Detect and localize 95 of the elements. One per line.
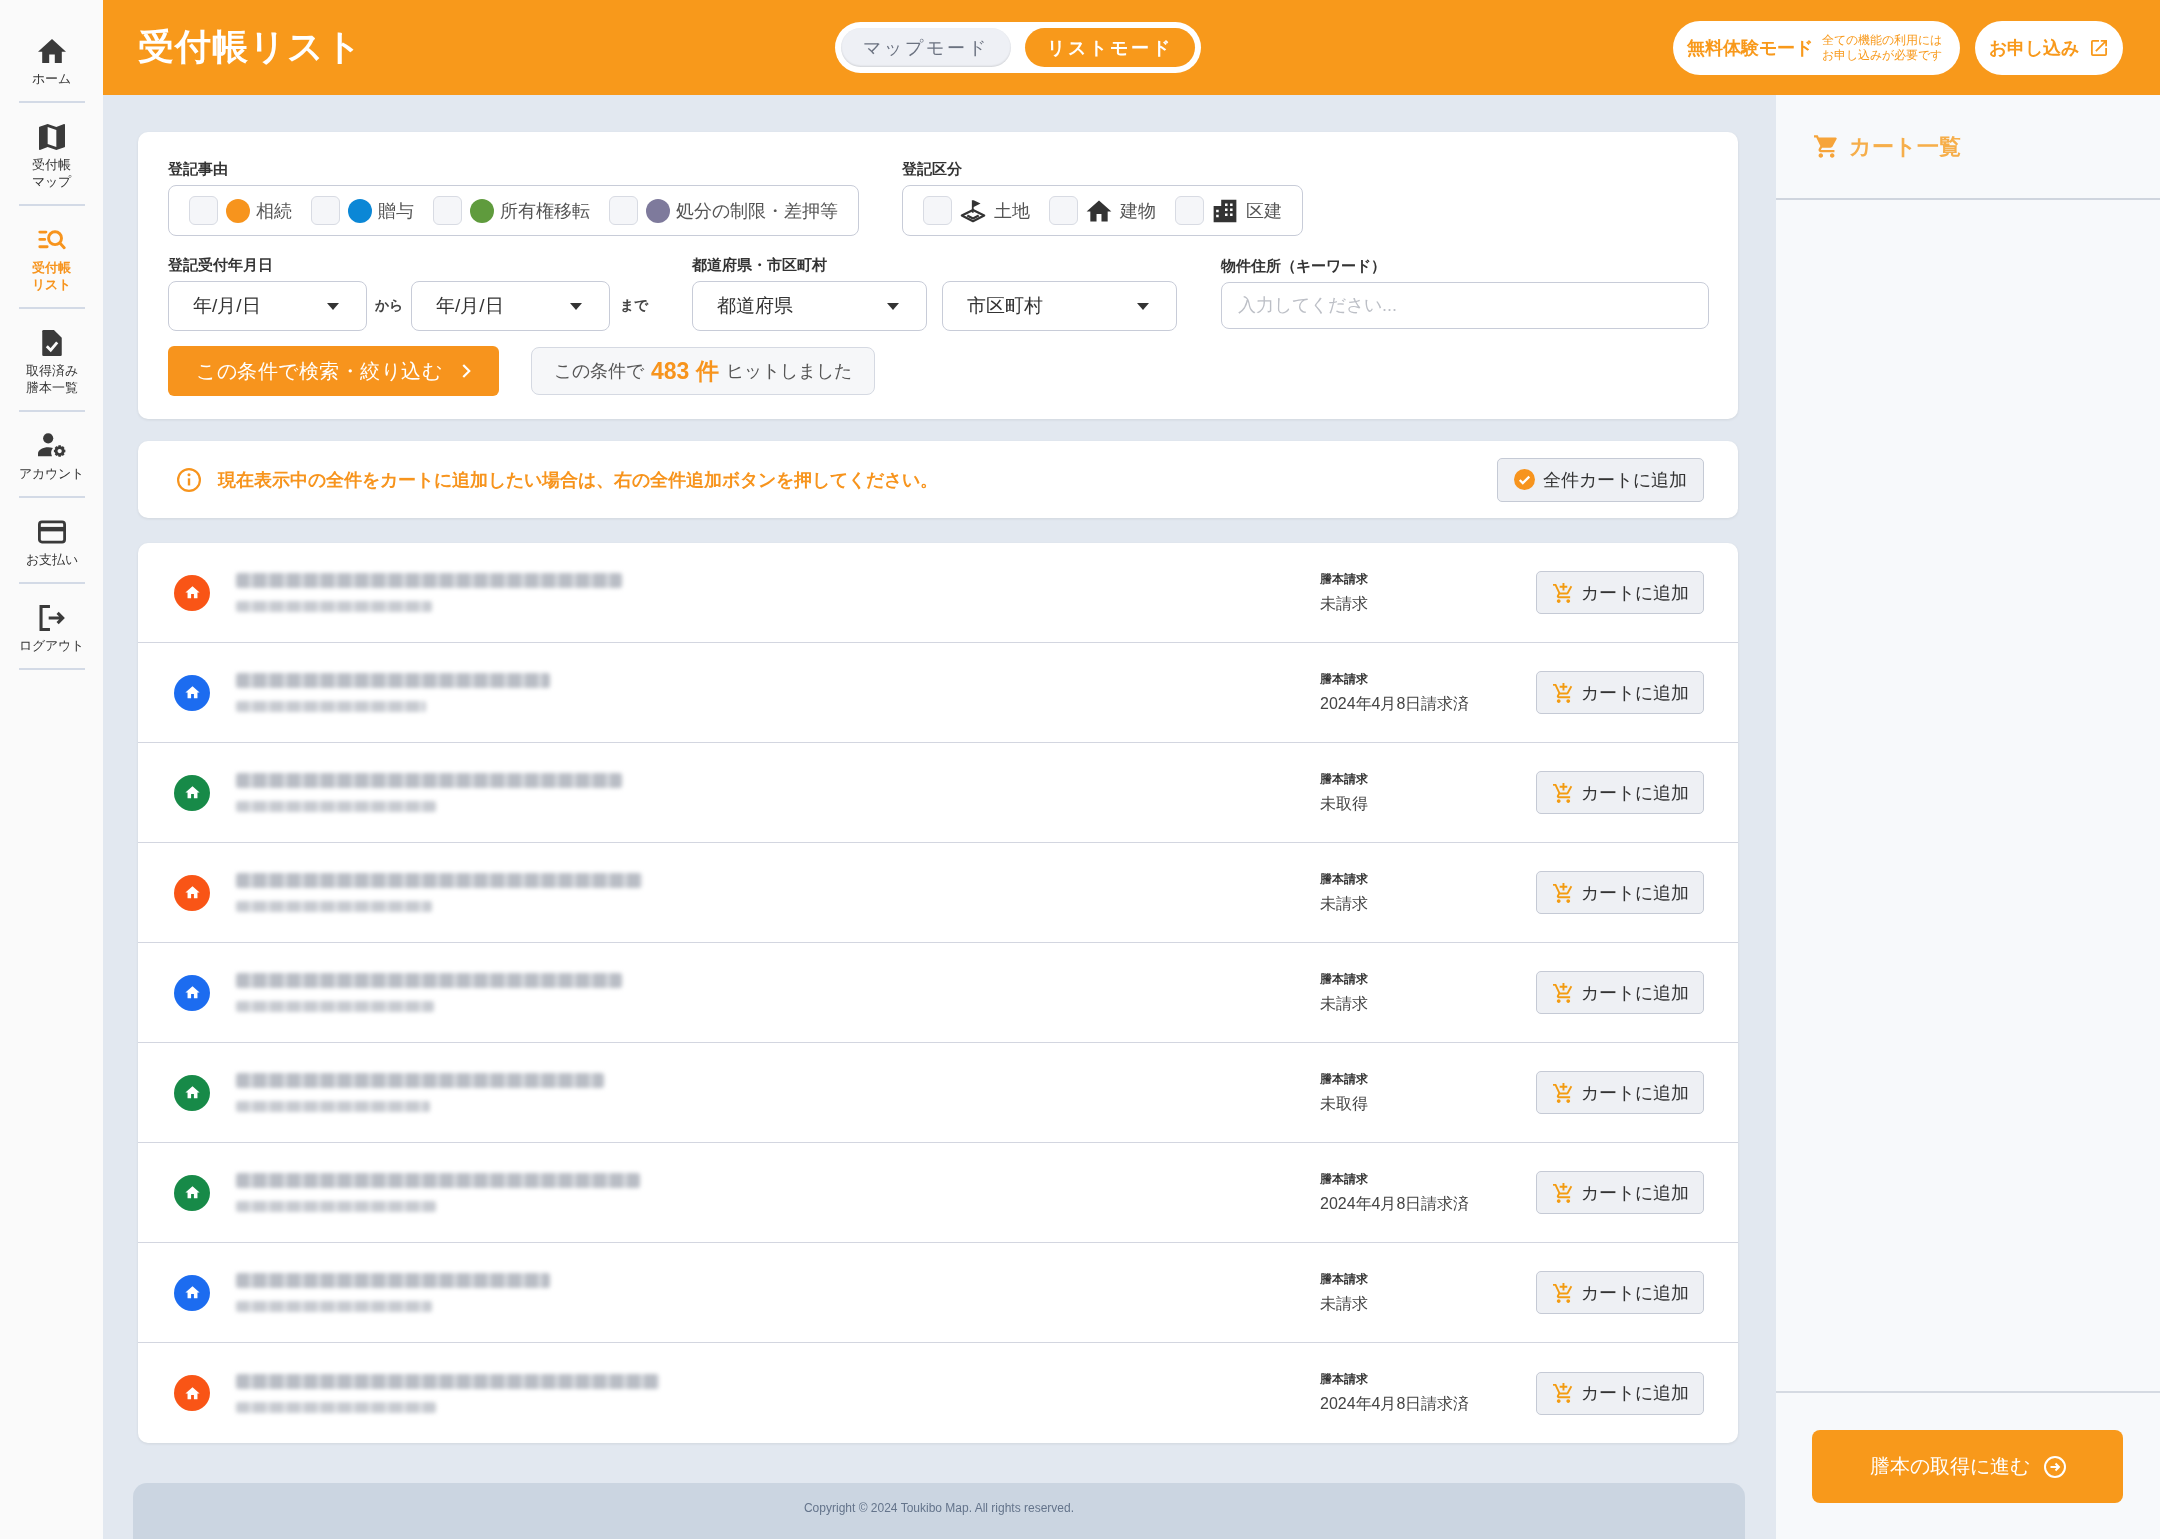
- field-label: 物件住所（キーワード）: [1221, 256, 1387, 276]
- add-to-cart-button[interactable]: カートに追加: [1536, 1171, 1704, 1214]
- add-to-cart-button[interactable]: カートに追加: [1536, 1071, 1704, 1114]
- mode-tab[interactable]: マップモード: [841, 28, 1012, 67]
- cart-plus-icon: [1553, 782, 1573, 803]
- cart-plus-icon: [1553, 982, 1573, 1003]
- sidebar-item[interactable]: 受付帳マップ: [18, 103, 85, 206]
- add-to-cart-button[interactable]: カートに追加: [1536, 1371, 1704, 1415]
- house-icon: [1086, 198, 1112, 223]
- status-text: 2024年4月8日請求済: [1320, 1394, 1471, 1414]
- info-icon: [177, 467, 201, 492]
- caret-icon: [327, 302, 339, 310]
- option-label: 建物: [1120, 199, 1156, 223]
- date-select[interactable]: 年/月/日: [168, 281, 367, 331]
- cart-plus-icon: [1553, 882, 1573, 903]
- checkbox[interactable]: [311, 196, 340, 225]
- status-text: 未請求: [1320, 893, 1369, 914]
- add-to-cart-button[interactable]: カートに追加: [1536, 971, 1704, 1014]
- trial-mode-note: 全ての機能の利用にはお申し込みが必要です: [1822, 32, 1944, 63]
- checkbox[interactable]: [1175, 196, 1204, 225]
- status-label: 謄本請求: [1320, 1371, 1369, 1387]
- field-label: 登記事由: [168, 159, 228, 179]
- caret-icon: [570, 302, 582, 310]
- checkbox[interactable]: [189, 196, 218, 225]
- hit-count-box: この条件で 483 件 ヒットしました: [531, 347, 875, 395]
- status-label: 謄本請求: [1320, 1270, 1369, 1287]
- status-text: 未取得: [1320, 793, 1369, 814]
- copyright-text: Copyright © 2024 Toukibo Map. All rights reserved.: [803, 1501, 1075, 1515]
- status-label: 謄本請求: [1320, 570, 1369, 587]
- status-text: 未請求: [1320, 1293, 1369, 1314]
- status-text: 未請求: [1320, 993, 1369, 1014]
- status-label: 謄本請求: [1320, 1170, 1369, 1187]
- credit-card-icon: [37, 519, 66, 545]
- address-input-field[interactable]: 入力してください...: [1221, 282, 1709, 329]
- option-label: 所有権移転: [500, 199, 590, 223]
- add-all-to-cart-button[interactable]: 全件カートに追加: [1497, 457, 1704, 502]
- date-select[interactable]: 年/月/日: [411, 281, 610, 331]
- building-icon: [1212, 198, 1238, 223]
- logout-icon: [37, 605, 66, 631]
- status-label: 謄本請求: [1320, 770, 1369, 787]
- map-icon: [37, 124, 66, 150]
- cart-title: カート一覧: [1849, 132, 1961, 161]
- trial-mode-title: 無料体験モード: [1687, 36, 1814, 60]
- chevron-right-icon: [462, 364, 471, 378]
- add-to-cart-button[interactable]: カートに追加: [1536, 1271, 1704, 1314]
- cart-plus-icon: [1553, 1082, 1573, 1103]
- page-title: 受付帳リスト: [138, 25, 363, 69]
- land-flag-icon: [960, 198, 986, 223]
- status-label: 謄本請求: [1320, 670, 1369, 687]
- caret-icon: [887, 302, 899, 310]
- cart-plus-icon: [1553, 1282, 1573, 1303]
- checkbox[interactable]: [433, 196, 462, 225]
- status-text: 未取得: [1320, 1093, 1369, 1114]
- cart-plus-icon: [1553, 1182, 1573, 1203]
- sidebar-item[interactable]: 取得済み謄本一覧: [18, 309, 85, 412]
- option-label: 処分の制限・差押等: [676, 199, 838, 223]
- cart-icon: [1814, 134, 1839, 159]
- status-label: 謄本請求: [1320, 1070, 1369, 1087]
- status-label: 謄本請求: [1320, 970, 1369, 987]
- add-to-cart-button[interactable]: カートに追加: [1536, 871, 1704, 914]
- external-link-icon: [2091, 39, 2107, 56]
- status-text: 2024年4月8日請求済: [1320, 693, 1471, 714]
- user-gear-icon: [37, 433, 66, 459]
- option-label: 区建: [1246, 199, 1282, 223]
- sidebar-item[interactable]: お支払い: [18, 498, 85, 584]
- cart-plus-icon: [1553, 1383, 1573, 1403]
- check-circle-icon: [1514, 469, 1535, 490]
- city-select[interactable]: 市区町村: [942, 281, 1177, 331]
- checkbox[interactable]: [609, 196, 638, 225]
- prefecture-select[interactable]: 都道府県: [692, 281, 927, 331]
- sidebar-item[interactable]: ログアウト: [18, 584, 85, 670]
- option-label: 贈与: [378, 199, 414, 223]
- home-icon: [37, 38, 66, 64]
- checkbox[interactable]: [923, 196, 952, 225]
- status-text: 2024年4月8日請求済: [1320, 1193, 1471, 1214]
- cart-plus-icon: [1553, 682, 1573, 703]
- field-label: 登記受付年月日: [168, 255, 273, 275]
- checkbox[interactable]: [1049, 196, 1078, 225]
- field-label: 都道府県・市区町村: [692, 255, 827, 275]
- sidebar-item[interactable]: ホーム: [18, 17, 85, 103]
- arrow-circle-right-icon: [2043, 1455, 2066, 1478]
- field-label: 登記区分: [902, 159, 962, 179]
- add-to-cart-button[interactable]: カートに追加: [1536, 771, 1704, 814]
- status-text: 未請求: [1320, 593, 1369, 614]
- sidebar-item[interactable]: アカウント: [18, 412, 85, 498]
- option-label: 土地: [994, 199, 1030, 223]
- option-label: 相続: [256, 199, 292, 223]
- caret-icon: [1137, 302, 1149, 310]
- cart-plus-icon: [1553, 582, 1573, 603]
- range-text: から: [375, 297, 403, 315]
- notice-text: 現在表示中の全件をカートに追加したい場合は、右の全件追加ボタンを押してください。: [218, 468, 938, 492]
- range-text: まで: [620, 297, 648, 315]
- status-label: 謄本請求: [1320, 870, 1369, 887]
- add-to-cart-button[interactable]: カートに追加: [1536, 571, 1704, 614]
- add-to-cart-button[interactable]: カートに追加: [1536, 671, 1704, 714]
